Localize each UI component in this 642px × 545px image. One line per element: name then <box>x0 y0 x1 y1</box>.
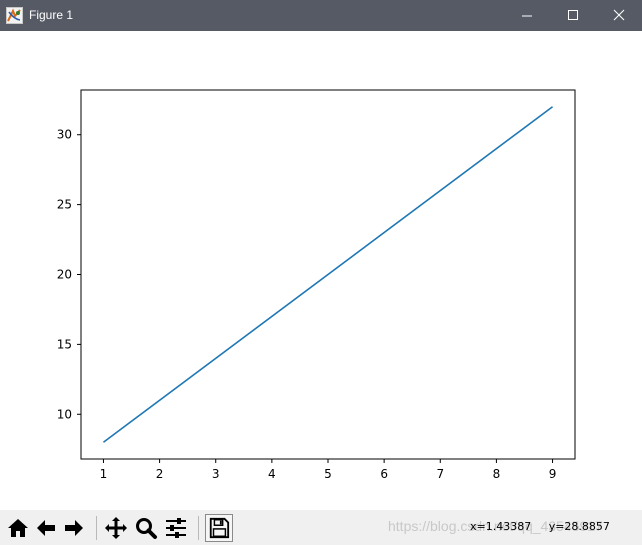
x-tick-label: 8 <box>493 467 501 481</box>
y-tick-label: 10 <box>57 407 72 421</box>
navigation-toolbar: https://blog.csdn.net/qq_43545917 x=1.43… <box>0 510 642 545</box>
x-tick-label: 9 <box>549 467 557 481</box>
y-tick-label: 20 <box>57 268 72 282</box>
back-arrow-icon <box>37 520 55 536</box>
window-title: Figure 1 <box>29 8 74 22</box>
back-button[interactable] <box>32 514 60 542</box>
x-tick-label: 4 <box>268 467 276 481</box>
cursor-coordinates: x=1.43387 y=28.8857 <box>470 520 610 533</box>
close-icon <box>613 9 625 21</box>
y-tick-label: 30 <box>57 128 72 142</box>
y-tick-label: 25 <box>57 198 72 212</box>
save-button[interactable] <box>205 514 233 542</box>
maximize-button[interactable] <box>550 0 596 31</box>
configure-subplots-button[interactable] <box>162 514 190 542</box>
x-tick-label: 5 <box>324 467 332 481</box>
x-tick-label: 3 <box>212 467 220 481</box>
maximize-icon <box>568 10 578 20</box>
toolbar-separator <box>198 516 199 540</box>
zoom-button[interactable] <box>132 514 160 542</box>
forward-arrow-icon <box>65 520 83 536</box>
toolbar-separator <box>96 516 97 540</box>
x-tick-label: 1 <box>100 467 108 481</box>
zoom-icon <box>136 518 157 539</box>
plot-area: 1 2 3 4 5 6 7 8 9 10 15 20 25 30 <box>57 89 576 481</box>
x-tick-label: 6 <box>380 467 388 481</box>
configure-subplots-icon <box>166 518 186 538</box>
y-tick-label: 15 <box>57 337 72 351</box>
cursor-y-readout: y=28.8857 <box>548 520 610 533</box>
cursor-x-readout: x=1.43387 <box>470 520 532 533</box>
pan-button[interactable] <box>102 514 130 542</box>
home-button[interactable] <box>4 514 32 542</box>
matplotlib-figure-icon <box>6 7 23 24</box>
x-tick-label: 7 <box>436 467 444 481</box>
save-icon <box>209 517 230 539</box>
figure-canvas[interactable]: 1 2 3 4 5 6 7 8 9 10 15 20 25 30 <box>0 31 642 510</box>
minimize-icon <box>522 15 532 17</box>
minimize-button[interactable] <box>504 0 550 31</box>
window-titlebar: Figure 1 <box>0 0 642 31</box>
close-button[interactable] <box>596 0 642 31</box>
pan-icon <box>105 517 127 539</box>
home-icon <box>8 519 28 537</box>
x-tick-label: 2 <box>156 467 164 481</box>
forward-button[interactable] <box>60 514 88 542</box>
